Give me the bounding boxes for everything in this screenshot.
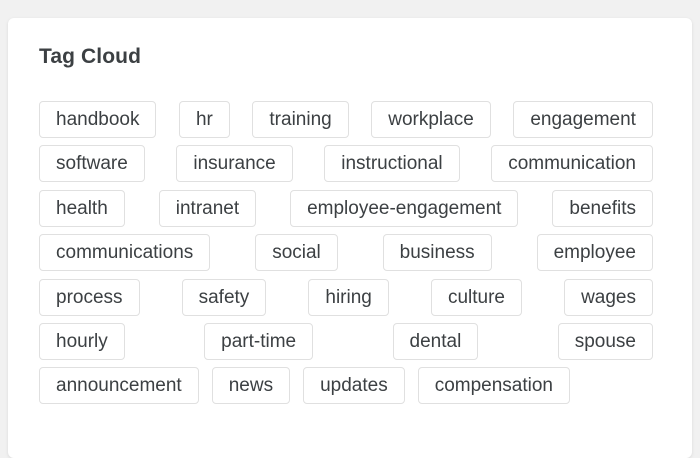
tag-cloud-card: Tag Cloud handbook hr training workplace eng… (8, 18, 692, 458)
tag-safety[interactable]: safety (181, 278, 267, 316)
tag-benefits[interactable]: benefits (552, 189, 653, 227)
tag-workplace[interactable]: workplace (371, 101, 491, 138)
tag-updates[interactable]: updates (303, 367, 405, 405)
tag-hourly[interactable]: hourly (39, 322, 125, 360)
tag-communication[interactable]: communication (491, 145, 653, 183)
tag-software[interactable]: software (39, 145, 145, 183)
tag-row: handbook hr training workplace engagement (39, 101, 653, 138)
tag-spouse[interactable]: spouse (557, 322, 653, 360)
tag-instructional[interactable]: instructional (324, 145, 460, 183)
tag-communications[interactable]: communications (39, 234, 211, 272)
tag-health[interactable]: health (39, 189, 125, 227)
tag-row: software insurance instructional communicat… (39, 145, 653, 183)
tag-culture[interactable]: culture (430, 278, 522, 316)
tag-row: process safety hiring culture wages (39, 278, 653, 316)
tag-row: health intranet employee-engagement benefit… (39, 189, 653, 227)
tag-cloud: handbook hr training workplace engagement sof… (39, 101, 653, 412)
tag-compensation[interactable]: compensation (417, 367, 570, 405)
tag-wages[interactable]: wages (564, 278, 653, 316)
tag-process[interactable]: process (39, 278, 140, 316)
tag-row: communications social business employee (39, 234, 653, 272)
tag-insurance[interactable]: insurance (176, 145, 293, 183)
tag-news[interactable]: news (211, 367, 291, 405)
tag-dental[interactable]: dental (392, 322, 479, 360)
tag-part-time[interactable]: part-time (204, 322, 314, 360)
tag-handbook[interactable]: handbook (39, 101, 157, 138)
tag-employee[interactable]: employee (536, 234, 653, 272)
card-title: Tag Cloud (39, 45, 141, 68)
tag-business[interactable]: business (382, 234, 492, 272)
tag-social[interactable]: social (255, 234, 338, 272)
tag-announcement[interactable]: announcement (39, 367, 199, 405)
tag-hr[interactable]: hr (178, 101, 230, 138)
tag-intranet[interactable]: intranet (158, 189, 257, 227)
tag-row: announcement news updates compensation (39, 367, 653, 405)
tag-row: hourly part-time dental spouse (39, 322, 653, 360)
tag-engagement[interactable]: engagement (513, 101, 653, 138)
tag-training[interactable]: training (252, 101, 349, 138)
tag-employee-engagement[interactable]: employee-engagement (290, 189, 519, 227)
tag-hiring[interactable]: hiring (308, 278, 389, 316)
